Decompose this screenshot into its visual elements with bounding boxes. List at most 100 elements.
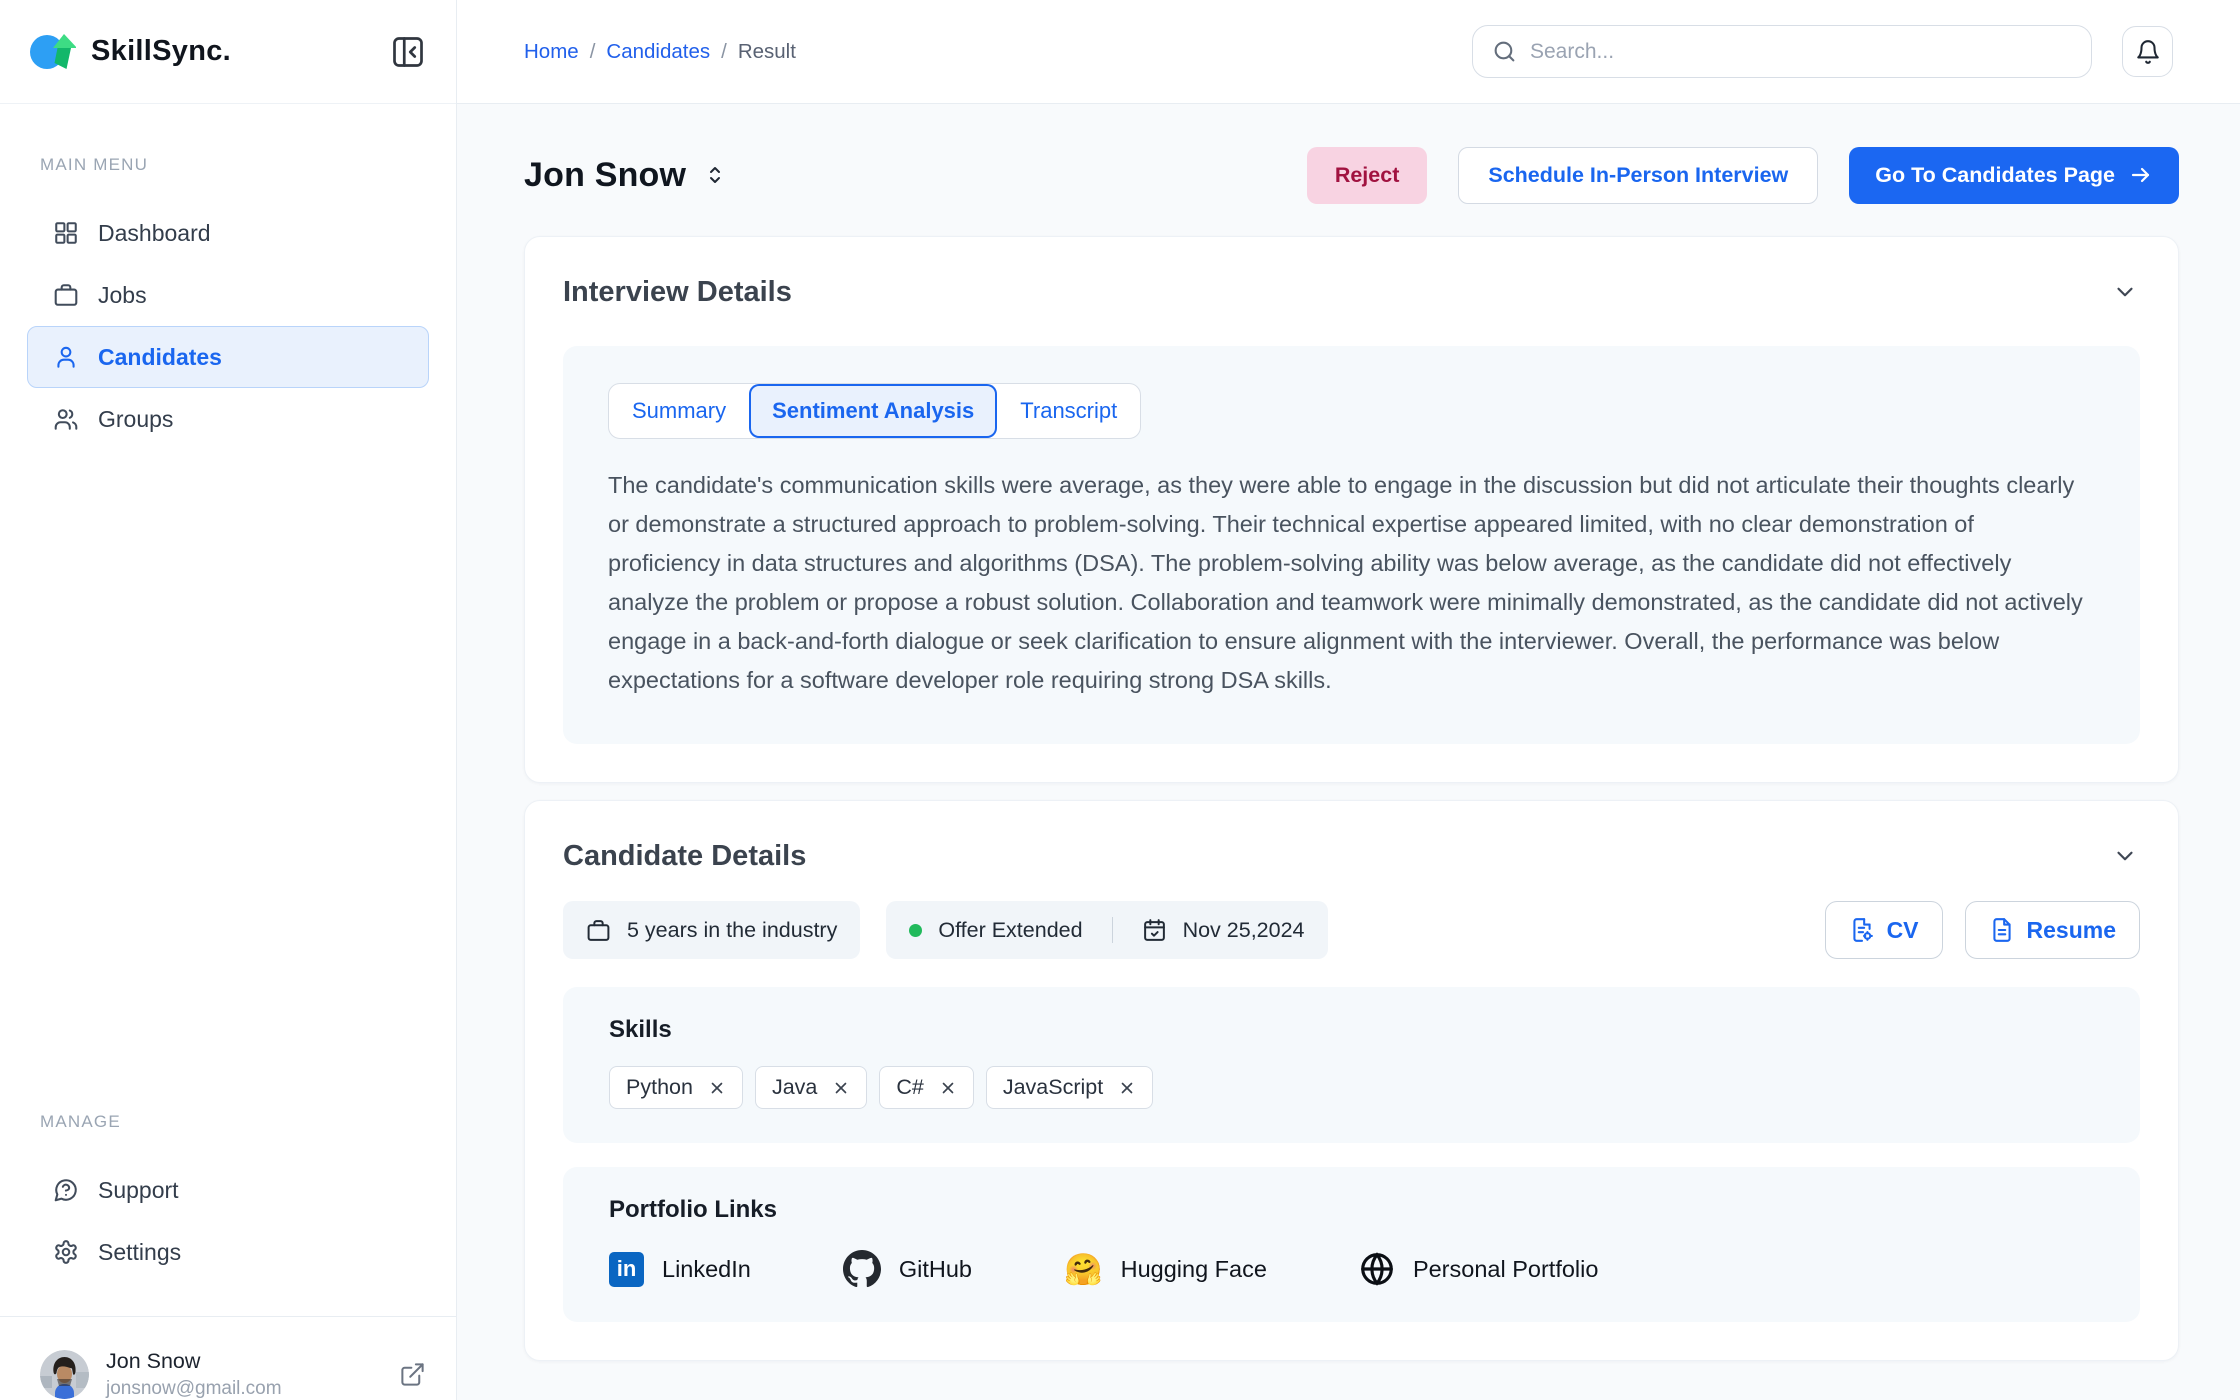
- skill-tag-label: Python: [626, 1075, 693, 1100]
- remove-skill-icon[interactable]: [832, 1079, 850, 1097]
- skill-tag-label: JavaScript: [1003, 1075, 1103, 1100]
- tab-summary[interactable]: Summary: [609, 384, 749, 438]
- reject-button[interactable]: Reject: [1307, 147, 1428, 204]
- sidebar-bottom: MANAGE Support Settings: [0, 1112, 456, 1400]
- interview-details-header: Interview Details: [563, 274, 2140, 310]
- globe-icon: [1359, 1251, 1395, 1287]
- search-bar: [1472, 25, 2092, 78]
- skill-tag: Java: [755, 1066, 867, 1109]
- cv-button[interactable]: CV: [1825, 901, 1943, 959]
- file-text-icon: [1989, 917, 2015, 943]
- experience-text: 5 years in the industry: [627, 918, 837, 943]
- external-link-icon[interactable]: [399, 1361, 426, 1388]
- content: Jon Snow Reject Schedule In-Person Inter…: [457, 104, 2240, 1400]
- candidate-meta-row: 5 years in the industry Offer Extended N…: [563, 901, 2140, 959]
- briefcase-icon: [53, 282, 79, 308]
- sidebar-item-label: Candidates: [98, 344, 222, 371]
- app-title: SkillSync.: [91, 35, 231, 68]
- chevrons-up-down-icon[interactable]: [701, 161, 729, 189]
- interview-tabs: Summary Sentiment Analysis Transcript: [608, 383, 1141, 439]
- status-dot-icon: [909, 924, 922, 937]
- offer-date: Nov 25,2024: [1183, 918, 1305, 943]
- go-to-candidates-label: Go To Candidates Page: [1875, 163, 2115, 188]
- sidebar-item-jobs[interactable]: Jobs: [27, 264, 429, 326]
- portfolio-links: in LinkedIn GitHub 🤗 Hugging Face: [609, 1247, 2094, 1291]
- breadcrumb-home-link[interactable]: Home: [524, 40, 579, 64]
- tab-transcript[interactable]: Transcript: [997, 384, 1140, 438]
- notifications-button[interactable]: [2122, 26, 2173, 77]
- remove-skill-icon[interactable]: [939, 1079, 957, 1097]
- go-to-candidates-button[interactable]: Go To Candidates Page: [1849, 147, 2179, 204]
- main-menu: MAIN MENU Dashboard Jobs: [0, 104, 456, 450]
- sidebar-item-label: Groups: [98, 406, 173, 433]
- document-buttons: CV Resume: [1825, 901, 2140, 959]
- dashboard-icon: [53, 220, 79, 246]
- briefcase-icon: [586, 918, 611, 943]
- user-icon: [53, 344, 79, 370]
- skill-tag: JavaScript: [986, 1066, 1153, 1109]
- sidebar-item-support[interactable]: Support: [27, 1159, 429, 1221]
- portfolio-link-label: LinkedIn: [662, 1256, 751, 1283]
- github-icon: [843, 1250, 881, 1288]
- linkedin-link[interactable]: in LinkedIn: [609, 1252, 751, 1287]
- portfolio-panel: Portfolio Links in LinkedIn GitHub: [563, 1167, 2140, 1322]
- sidebar-item-label: Dashboard: [98, 220, 211, 247]
- sidebar-item-candidates[interactable]: Candidates: [27, 326, 429, 388]
- sidebar: SkillSync. MAIN MENU Dashboard: [0, 0, 457, 1400]
- sidebar-collapse-icon[interactable]: [386, 30, 430, 74]
- breadcrumb-separator: /: [721, 40, 727, 64]
- skill-tag: Python: [609, 1066, 743, 1109]
- portfolio-link-label: GitHub: [899, 1256, 972, 1283]
- calendar-icon: [1142, 918, 1167, 943]
- personal-portfolio-link[interactable]: Personal Portfolio: [1359, 1251, 1599, 1287]
- resume-label: Resume: [2027, 917, 2116, 944]
- portfolio-title: Portfolio Links: [609, 1195, 2094, 1225]
- sidebar-item-label: Support: [98, 1177, 179, 1204]
- user-profile: Jon Snow jonsnow@gmail.com: [0, 1316, 456, 1400]
- status-text: Offer Extended: [938, 918, 1082, 943]
- bell-icon: [2135, 39, 2161, 65]
- sidebar-header: SkillSync.: [0, 0, 456, 104]
- portfolio-link-label: Hugging Face: [1121, 1256, 1267, 1283]
- remove-skill-icon[interactable]: [708, 1079, 726, 1097]
- breadcrumb: Home / Candidates / Result: [524, 40, 796, 64]
- remove-skill-icon[interactable]: [1118, 1079, 1136, 1097]
- breadcrumb-candidates-link[interactable]: Candidates: [606, 40, 710, 64]
- arrow-right-icon: [2129, 163, 2153, 187]
- tab-sentiment-analysis[interactable]: Sentiment Analysis: [749, 384, 997, 438]
- manage-menu: MANAGE Support Settings: [0, 1112, 456, 1283]
- cv-label: CV: [1887, 917, 1919, 944]
- skill-tag-label: C#: [896, 1075, 923, 1100]
- hugging-face-link[interactable]: 🤗 Hugging Face: [1064, 1254, 1267, 1285]
- topbar: Home / Candidates / Result: [457, 0, 2240, 104]
- resume-button[interactable]: Resume: [1965, 901, 2140, 959]
- skill-tag-label: Java: [772, 1075, 817, 1100]
- breadcrumb-separator: /: [590, 40, 596, 64]
- page-title-row: Jon Snow Reject Schedule In-Person Inter…: [524, 144, 2179, 206]
- sidebar-item-label: Settings: [98, 1239, 181, 1266]
- interview-details-panel: Summary Sentiment Analysis Transcript Th…: [563, 346, 2140, 744]
- badge-divider: [1112, 917, 1113, 943]
- manage-label: MANAGE: [40, 1112, 429, 1132]
- skills-title: Skills: [609, 1015, 2094, 1045]
- file-cog-icon: [1849, 917, 1875, 943]
- search-icon: [1492, 39, 1517, 64]
- sentiment-analysis-text: The candidate's communication skills wer…: [608, 466, 2086, 700]
- candidate-details-card: Candidate Details 5 years in the industr…: [524, 800, 2179, 1361]
- profile-meta: Jon Snow jonsnow@gmail.com: [106, 1349, 282, 1400]
- sidebar-item-groups[interactable]: Groups: [27, 388, 429, 450]
- hugging-face-icon: 🤗: [1064, 1254, 1103, 1285]
- sidebar-item-dashboard[interactable]: Dashboard: [27, 202, 429, 264]
- page-title: Jon Snow: [524, 156, 686, 195]
- status-badge: Offer Extended Nov 25,2024: [886, 901, 1327, 959]
- gear-icon: [53, 1239, 79, 1265]
- chevron-down-icon[interactable]: [2110, 277, 2140, 307]
- help-chat-icon: [53, 1177, 79, 1203]
- chevron-down-icon[interactable]: [2110, 841, 2140, 871]
- profile-name: Jon Snow: [106, 1349, 282, 1374]
- search-input[interactable]: [1530, 40, 2072, 64]
- page-actions: Reject Schedule In-Person Interview Go T…: [1307, 147, 2179, 204]
- github-link[interactable]: GitHub: [843, 1250, 972, 1288]
- schedule-interview-button[interactable]: Schedule In-Person Interview: [1458, 147, 1818, 204]
- sidebar-item-settings[interactable]: Settings: [27, 1221, 429, 1283]
